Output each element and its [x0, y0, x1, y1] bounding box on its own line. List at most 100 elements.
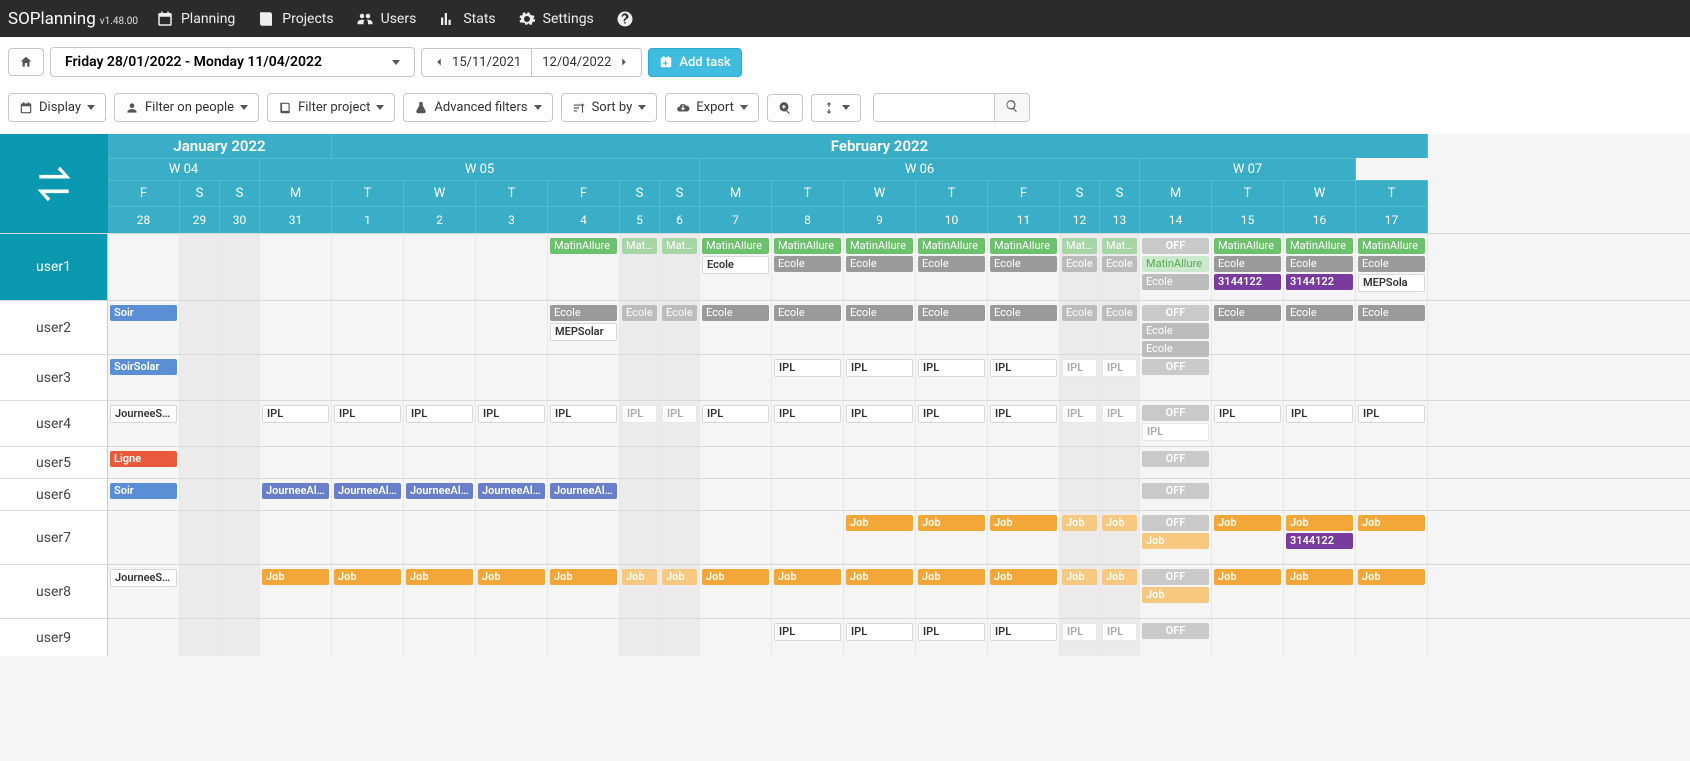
task[interactable]: IPL	[1062, 623, 1097, 641]
task[interactable]: IPL	[1214, 405, 1281, 423]
user-row[interactable]: user2	[0, 300, 108, 354]
task[interactable]: IPL	[334, 405, 401, 423]
planning-cell[interactable]: Job	[844, 511, 916, 564]
date-range-picker[interactable]: Friday 28/01/2022 - Monday 11/04/2022	[50, 47, 415, 77]
task[interactable]: Job	[1102, 515, 1137, 531]
planning-cell[interactable]	[332, 511, 404, 564]
planning-cell[interactable]: Job	[548, 565, 620, 618]
task[interactable]: IPL	[774, 405, 841, 423]
planning-cell[interactable]: IPL	[916, 401, 988, 446]
day-header[interactable]: 6	[660, 206, 700, 233]
planning-cell[interactable]: Ecole	[660, 301, 700, 354]
task[interactable]: Job	[1214, 569, 1281, 585]
task[interactable]: IPL	[846, 359, 913, 377]
planning-cell[interactable]: OFF	[1140, 479, 1212, 510]
task[interactable]: MatinAllure	[774, 238, 841, 254]
task[interactable]: Job	[1142, 587, 1209, 603]
planning-cell[interactable]	[1060, 479, 1100, 510]
planning-cell[interactable]	[180, 234, 220, 300]
planning-cell[interactable]: IPL	[844, 355, 916, 400]
task[interactable]: OFF	[1142, 305, 1209, 321]
planning-cell[interactable]: IPL	[700, 401, 772, 446]
task[interactable]: IPL	[918, 405, 985, 423]
task[interactable]: Ecole	[702, 305, 769, 321]
task[interactable]: OFF	[1142, 569, 1209, 585]
planning-cell[interactable]: Ecole	[1284, 301, 1356, 354]
day-header[interactable]: 4	[548, 206, 620, 233]
user-row[interactable]: user7	[0, 510, 108, 564]
planning-cell[interactable]	[772, 447, 844, 478]
planning-cell[interactable]	[260, 355, 332, 400]
planning-cell[interactable]: OFF	[1140, 355, 1212, 400]
task[interactable]: IPL	[846, 623, 913, 641]
day-header[interactable]: 5	[620, 206, 660, 233]
planning-cell[interactable]	[700, 355, 772, 400]
planning-cell[interactable]	[548, 511, 620, 564]
planning-cell[interactable]: IPL	[1100, 619, 1140, 656]
planning-cell[interactable]	[180, 479, 220, 510]
planning-cell[interactable]: OFF	[1140, 447, 1212, 478]
planning-cell[interactable]: Job	[404, 565, 476, 618]
planning-cell[interactable]	[332, 355, 404, 400]
planning-cell[interactable]	[260, 511, 332, 564]
task[interactable]: Job	[262, 569, 329, 585]
task[interactable]: IPL	[1358, 405, 1425, 423]
planning-cell[interactable]: EcoleMEPSolar	[548, 301, 620, 354]
task[interactable]: Ecole	[774, 256, 841, 272]
day-header[interactable]: 15	[1212, 206, 1284, 233]
planning-cell[interactable]: IPL	[772, 355, 844, 400]
task[interactable]: Soir	[110, 305, 177, 321]
planning-cell[interactable]: MatinAllureEcoleMEPSola	[1356, 234, 1428, 300]
task[interactable]: Ecole	[1102, 305, 1137, 321]
planning-cell[interactable]: Job	[988, 511, 1060, 564]
planning-cell[interactable]: IPL	[844, 401, 916, 446]
planning-cell[interactable]: Job	[620, 565, 660, 618]
planning-cell[interactable]: Job	[988, 565, 1060, 618]
task[interactable]: Job	[1102, 569, 1137, 585]
planning-cell[interactable]	[476, 234, 548, 300]
task[interactable]: MatinAllure	[550, 238, 617, 254]
day-header[interactable]: 11	[988, 206, 1060, 233]
day-header[interactable]: 14	[1140, 206, 1212, 233]
planning-cell[interactable]	[220, 234, 260, 300]
planning-cell[interactable]	[700, 619, 772, 656]
task[interactable]: Ecole	[1142, 274, 1209, 290]
planning-cell[interactable]: JourneeAllur	[332, 479, 404, 510]
planning-cell[interactable]: IPL	[332, 401, 404, 446]
task[interactable]: Job	[662, 569, 697, 585]
filter-project-button[interactable]: Filter project	[267, 93, 395, 122]
day-header[interactable]: 2	[404, 206, 476, 233]
planning-cell[interactable]: IPL	[1100, 355, 1140, 400]
task[interactable]: MatinAllure	[622, 238, 657, 254]
task[interactable]: Job	[1142, 533, 1209, 549]
task[interactable]: IPL	[1062, 359, 1097, 377]
task[interactable]: IPL	[1102, 405, 1137, 423]
planning-cell[interactable]: MatinAllureEcole	[988, 234, 1060, 300]
planning-cell[interactable]: Job	[1100, 565, 1140, 618]
planning-cell[interactable]: Ecole	[1060, 301, 1100, 354]
planning-cell[interactable]	[220, 447, 260, 478]
task[interactable]: OFF	[1142, 515, 1209, 531]
planning-cell[interactable]: OFFIPL	[1140, 401, 1212, 446]
planning-cell[interactable]	[108, 511, 180, 564]
planning-cell[interactable]: IPL	[988, 619, 1060, 656]
planning-cell[interactable]	[180, 301, 220, 354]
planning-cell[interactable]	[1284, 447, 1356, 478]
planning-cell[interactable]	[700, 447, 772, 478]
planning-cell[interactable]: MatinAllureEcole3144122	[1212, 234, 1284, 300]
planning-cell[interactable]: JourneeAllur	[476, 479, 548, 510]
task[interactable]: Job	[990, 569, 1057, 585]
task[interactable]: Job	[1062, 569, 1097, 585]
planning-cell[interactable]	[916, 479, 988, 510]
advanced-filters-button[interactable]: Advanced filters	[403, 93, 552, 122]
planning-cell[interactable]: IPL	[844, 619, 916, 656]
task[interactable]: Ecole	[774, 305, 841, 321]
task[interactable]: IPL	[478, 405, 545, 423]
planning-cell[interactable]	[660, 355, 700, 400]
planning-cell[interactable]: Job	[916, 565, 988, 618]
task[interactable]: JourneeSolar	[110, 569, 177, 587]
planning-cell[interactable]	[1356, 619, 1428, 656]
task[interactable]: IPL	[774, 623, 841, 641]
planning-cell[interactable]: Job	[660, 565, 700, 618]
task[interactable]: Job	[1286, 515, 1353, 531]
